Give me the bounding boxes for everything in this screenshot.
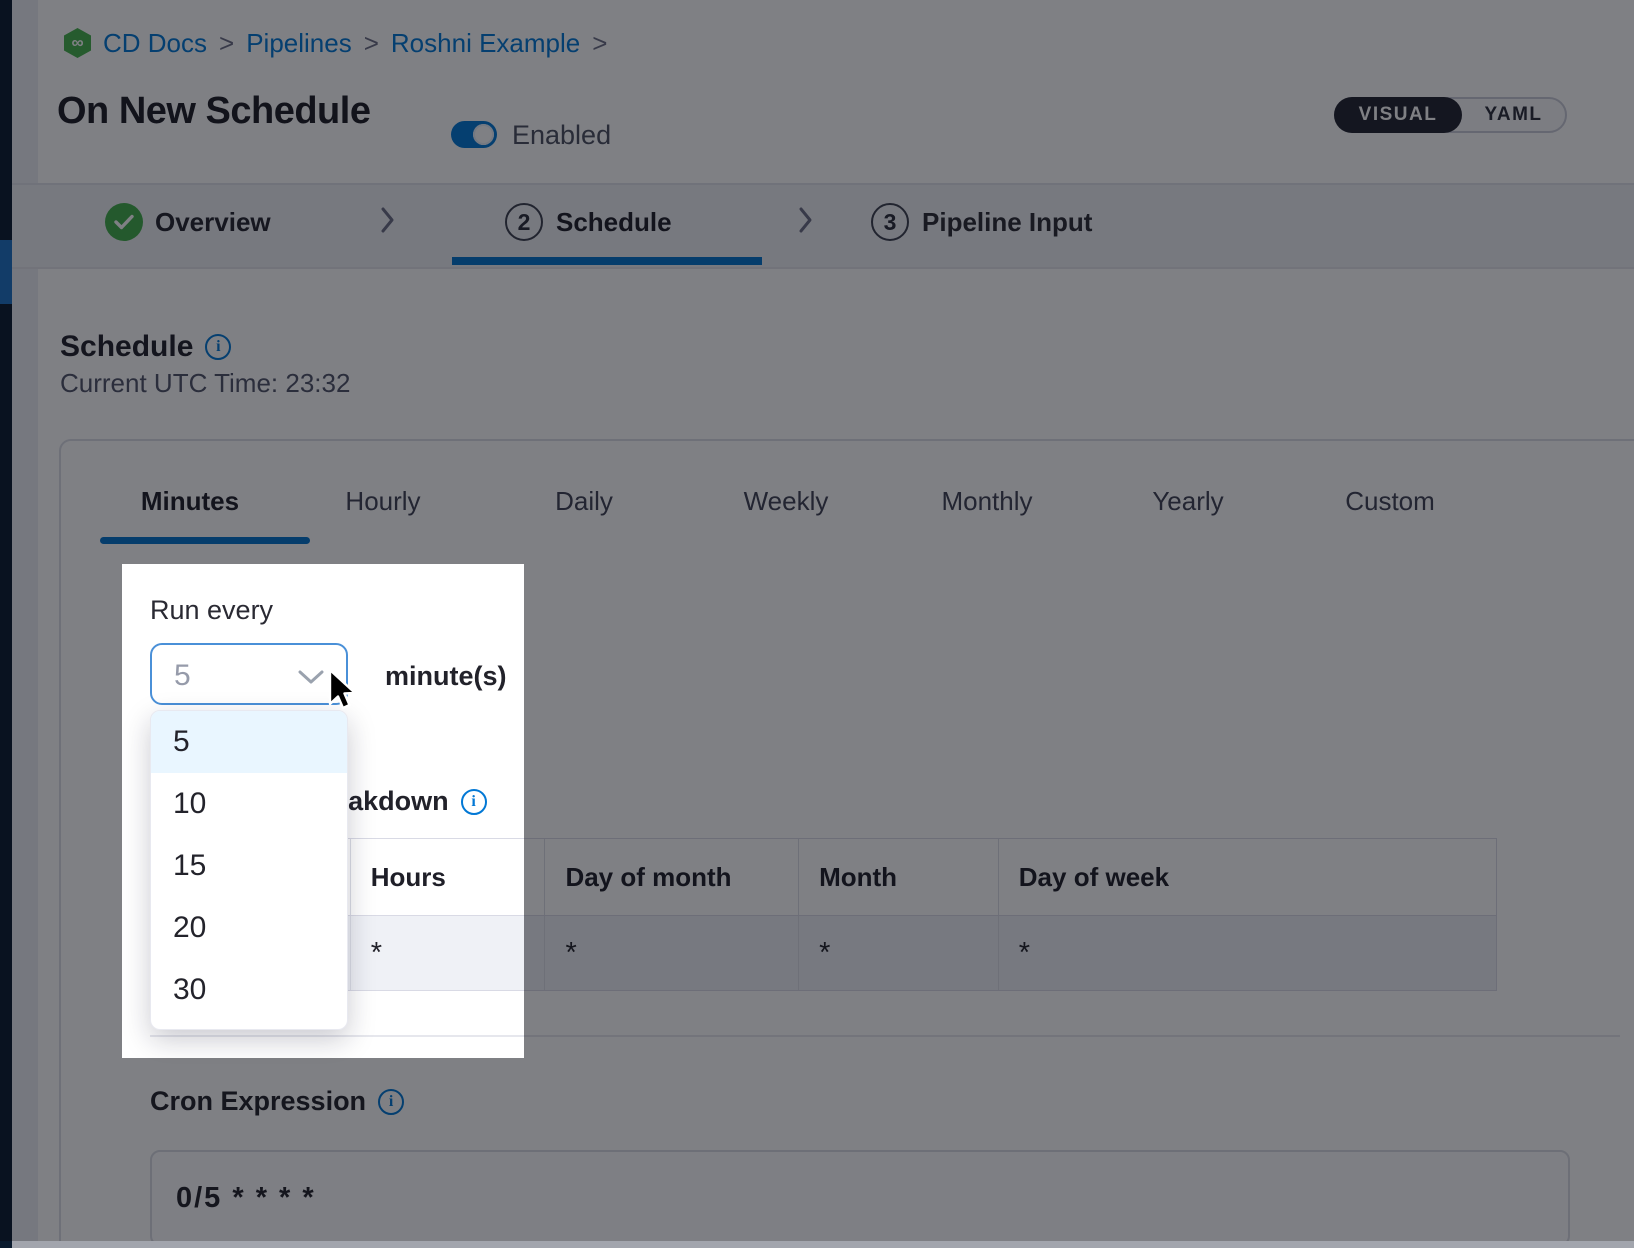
step-2-badge: 2 (505, 203, 543, 241)
tab-weekly[interactable]: Weekly (744, 486, 829, 517)
yaml-mode-button[interactable]: YAML (1462, 99, 1565, 131)
cron-expression-label: Cron Expression (150, 1086, 366, 1117)
dropdown-option-30[interactable]: 30 (151, 959, 347, 1021)
step-overview[interactable]: Overview (105, 203, 271, 241)
cron-breakdown-table: Minutes Hours Day of month Month Day of … (150, 838, 1497, 991)
breadcrumb-pipelines[interactable]: Pipelines (246, 28, 352, 59)
cron-info-icon[interactable]: i (378, 1089, 404, 1115)
tab-monthly[interactable]: Monthly (941, 486, 1032, 517)
schedule-heading: Schedule (60, 330, 193, 364)
col-day-of-month: Day of month (545, 839, 799, 915)
cell-day-of-month: * (545, 916, 799, 990)
schedule-section-header: Schedule i (60, 330, 231, 364)
step-complete-check-icon (105, 203, 143, 241)
horizontal-scrollbar[interactable] (12, 1241, 1634, 1248)
breadcrumb-separator-icon: > (592, 28, 607, 59)
mouse-cursor-icon (326, 668, 360, 714)
left-nav-active-indicator (0, 240, 12, 304)
table-header-row: Minutes Hours Day of month Month Day of … (150, 838, 1497, 916)
dropdown-option-10[interactable]: 10 (151, 773, 347, 835)
breadcrumb: ∞ CD Docs > Pipelines > Roshni Example > (64, 26, 607, 60)
enabled-toggle[interactable] (451, 121, 497, 148)
visual-mode-button[interactable]: VISUAL (1334, 97, 1462, 133)
minutes-dropdown-menu: 5 10 15 20 30 (150, 710, 348, 1030)
current-utc-time: Current UTC Time: 23:32 (60, 368, 350, 399)
breadcrumb-project[interactable]: CD Docs (103, 28, 207, 59)
cell-day-of-week: * (999, 916, 1496, 990)
breadcrumb-separator-icon: > (364, 28, 379, 59)
step-schedule-label: Schedule (556, 207, 672, 238)
chevron-down-icon (298, 670, 324, 684)
chevron-right-icon (380, 204, 396, 236)
toggle-knob (473, 124, 494, 145)
breadcrumb-separator-icon: > (219, 28, 234, 59)
col-day-of-week: Day of week (999, 839, 1496, 915)
tab-daily[interactable]: Daily (555, 486, 613, 517)
minutes-select[interactable]: 5 (150, 643, 348, 705)
active-tab-underline (100, 537, 310, 544)
cd-module-icon: ∞ (64, 28, 91, 58)
cron-expression-value: 0/5 * * * * (176, 1182, 316, 1215)
minutes-unit-label: minute(s) (385, 661, 507, 692)
breadcrumb-pipeline-name[interactable]: Roshni Example (391, 28, 580, 59)
step-overview-label: Overview (155, 207, 271, 238)
cell-month: * (799, 916, 999, 990)
dropdown-option-20[interactable]: 20 (151, 897, 347, 959)
tab-hourly[interactable]: Hourly (345, 486, 420, 517)
enabled-label: Enabled (512, 120, 611, 151)
tab-yearly[interactable]: Yearly (1152, 486, 1223, 517)
schedule-info-icon[interactable]: i (205, 334, 231, 360)
breakdown-info-icon[interactable]: i (461, 789, 487, 815)
col-month: Month (799, 839, 999, 915)
dropdown-option-5[interactable]: 5 (151, 711, 347, 773)
cron-expression-header: Cron Expression i (150, 1086, 404, 1117)
cron-expression-input[interactable]: 0/5 * * * * (150, 1150, 1570, 1246)
step-pipeline-input[interactable]: 3 Pipeline Input (871, 203, 1092, 241)
tab-custom[interactable]: Custom (1345, 486, 1435, 517)
chevron-right-icon (798, 204, 814, 236)
run-every-label: Run every (150, 595, 273, 626)
left-nav-rail (0, 0, 12, 1248)
page-title: On New Schedule (57, 90, 370, 133)
dropdown-option-15[interactable]: 15 (151, 835, 347, 897)
tab-minutes[interactable]: Minutes (141, 486, 239, 517)
section-divider (150, 1035, 1620, 1037)
active-step-underline (452, 257, 762, 265)
cell-hours: * (351, 916, 546, 990)
trigger-wizard-page: ∞ CD Docs > Pipelines > Roshni Example >… (0, 0, 1634, 1248)
step-pipeline-input-label: Pipeline Input (922, 207, 1092, 238)
minutes-select-value: 5 (174, 659, 191, 693)
step-schedule[interactable]: 2 Schedule (505, 203, 672, 241)
step-3-badge: 3 (871, 203, 909, 241)
col-hours: Hours (351, 839, 546, 915)
visual-yaml-switch: VISUAL YAML (1334, 97, 1567, 133)
table-row: 0/5 * * * * (150, 916, 1497, 991)
